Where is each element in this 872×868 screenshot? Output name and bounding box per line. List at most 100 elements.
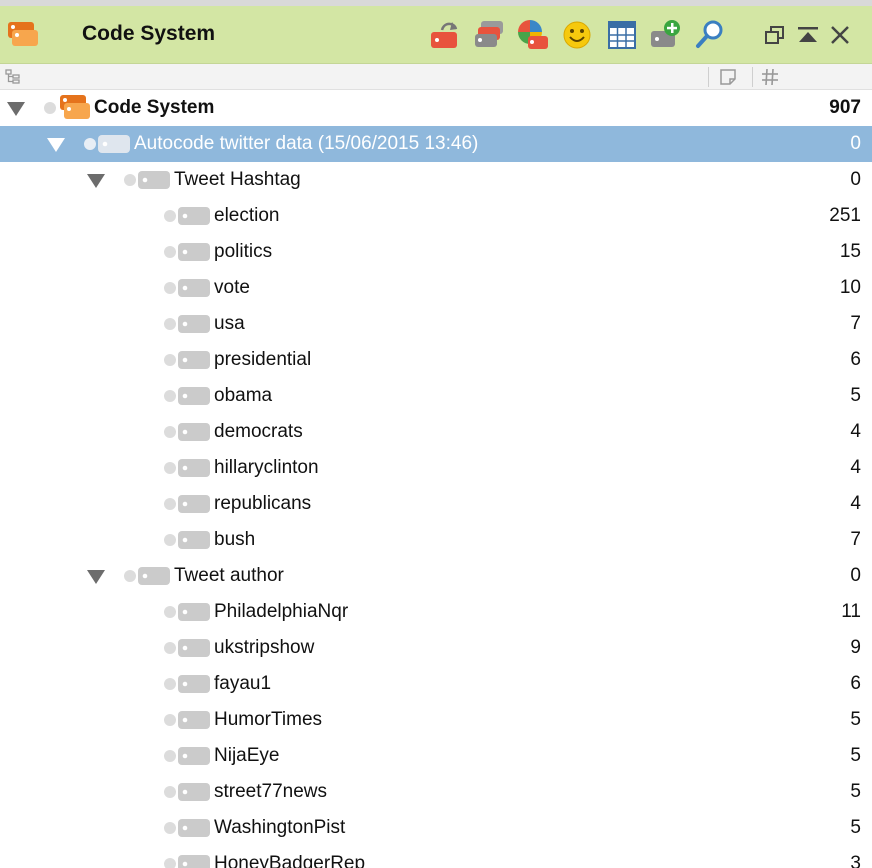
expand-triangle-icon[interactable] (87, 174, 105, 188)
coded-segment-count: 5 (850, 385, 861, 406)
code-color-dot (164, 498, 176, 510)
coded-segment-count: 6 (850, 673, 861, 694)
code-row[interactable]: PhiladelphiaNqr 11 (0, 594, 872, 630)
code-color-dot (124, 570, 136, 582)
coded-segment-count: 4 (850, 457, 861, 478)
code-color-dot (164, 426, 176, 438)
new-code-button[interactable] (648, 18, 682, 52)
new-code-icon (651, 20, 680, 47)
coded-segment-count: 5 (850, 817, 861, 838)
code-label: NijaEye (214, 745, 280, 766)
code-tag-icon (178, 314, 210, 334)
code-tag-icon (178, 458, 210, 478)
code-row[interactable]: democrats 4 (0, 414, 872, 450)
code-tag-icon (178, 386, 210, 406)
code-row[interactable]: usa 7 (0, 306, 872, 342)
undock-window-button[interactable] (758, 18, 792, 52)
code-label: Tweet Hashtag (174, 169, 301, 190)
code-label: street77news (214, 781, 328, 802)
code-row[interactable]: HumorTimes 5 (0, 702, 872, 738)
code-tag-icon (178, 854, 210, 868)
code-color-dot (164, 606, 176, 618)
code-label: HoneyBadgerRep (214, 853, 366, 868)
code-label: Code System (94, 97, 215, 118)
code-color-dot (164, 534, 176, 546)
code-row[interactable]: Tweet author 0 (0, 558, 872, 594)
code-label: Autocode twitter data (15/06/2015 13:46) (134, 133, 479, 154)
code-color-dot (164, 210, 176, 222)
coded-segment-count: 0 (850, 565, 861, 586)
code-color-dot (164, 642, 176, 654)
code-tag-icon (178, 422, 210, 442)
code-row[interactable]: HoneyBadgerRep 3 (0, 846, 872, 868)
code-row[interactable]: bush 7 (0, 522, 872, 558)
tree-root-row[interactable]: Code System 907 (0, 90, 872, 126)
code-color-dot (164, 858, 176, 868)
expand-triangle-icon[interactable] (87, 570, 105, 584)
column-divider[interactable] (708, 67, 709, 87)
code-label: Tweet author (174, 565, 284, 586)
reset-code-frequencies-button[interactable] (428, 18, 462, 52)
code-row[interactable]: hillaryclinton 4 (0, 450, 872, 486)
coded-segment-count: 7 (850, 313, 861, 334)
reset-code-frequencies-icon (431, 22, 458, 48)
coded-segment-count: 251 (829, 205, 861, 226)
hash-count-icon[interactable] (760, 67, 780, 92)
code-chart-button[interactable] (516, 18, 550, 52)
collapse-window-button[interactable] (791, 18, 825, 52)
code-row[interactable]: ukstripshow 9 (0, 630, 872, 666)
memo-column-icon[interactable] (718, 67, 738, 92)
code-color-dot (164, 318, 176, 330)
search-codes-icon (696, 20, 723, 48)
code-tag-icon (138, 566, 170, 586)
code-label: HumorTimes (214, 709, 323, 730)
coded-segment-count: 10 (839, 277, 861, 298)
panel-header: Code System (0, 6, 872, 64)
code-sets-icon (475, 21, 503, 47)
coded-segment-count: 9 (850, 637, 861, 658)
tree-structure-icon[interactable] (4, 68, 22, 91)
panel-title: Code System (82, 22, 216, 45)
coded-segment-count: 5 (850, 709, 861, 730)
undock-window-icon (765, 26, 784, 44)
expand-triangle-icon[interactable] (47, 138, 65, 152)
code-row[interactable]: vote 10 (0, 270, 872, 306)
code-row[interactable]: WashingtonPist 5 (0, 810, 872, 846)
coded-segment-count: 0 (850, 133, 861, 154)
code-tag-icon (178, 242, 210, 262)
code-row[interactable]: street77news 5 (0, 774, 872, 810)
code-color-dot (164, 282, 176, 294)
code-label: ukstripshow (214, 637, 315, 658)
close-window-button[interactable] (823, 18, 857, 52)
search-codes-button[interactable] (693, 18, 727, 52)
code-row[interactable]: politics 15 (0, 234, 872, 270)
code-tree: Code System 907 Autocode twitter data (15/… (0, 90, 872, 868)
code-tag-icon (178, 602, 210, 622)
code-matrix-button[interactable] (605, 18, 639, 52)
coded-segment-count: 907 (829, 97, 861, 118)
column-divider[interactable] (752, 67, 753, 87)
expand-triangle-icon[interactable] (7, 102, 25, 116)
code-label: WashingtonPist (214, 817, 346, 838)
code-row[interactable]: presidential 6 (0, 342, 872, 378)
code-row[interactable]: republicans 4 (0, 486, 872, 522)
coded-segment-count: 11 (841, 601, 861, 622)
code-row[interactable]: NijaEye 5 (0, 738, 872, 774)
code-row[interactable]: obama 5 (0, 378, 872, 414)
code-row[interactable]: election 251 (0, 198, 872, 234)
coded-segment-count: 3 (850, 853, 861, 868)
emoticode-button[interactable] (560, 18, 594, 52)
coded-segment-count: 5 (850, 745, 861, 766)
code-label: presidential (214, 349, 312, 370)
code-sets-button[interactable] (472, 18, 506, 52)
code-color-dot (164, 354, 176, 366)
code-label: republicans (214, 493, 312, 514)
code-label: bush (214, 529, 256, 550)
code-tag-icon (178, 350, 210, 370)
code-row[interactable]: Tweet Hashtag 0 (0, 162, 872, 198)
code-row[interactable]: Autocode twitter data (15/06/2015 13:46)… (0, 126, 872, 162)
column-header-bar (0, 64, 872, 90)
code-label: vote (214, 277, 250, 298)
coded-segment-count: 6 (850, 349, 861, 370)
code-row[interactable]: fayau1 6 (0, 666, 872, 702)
